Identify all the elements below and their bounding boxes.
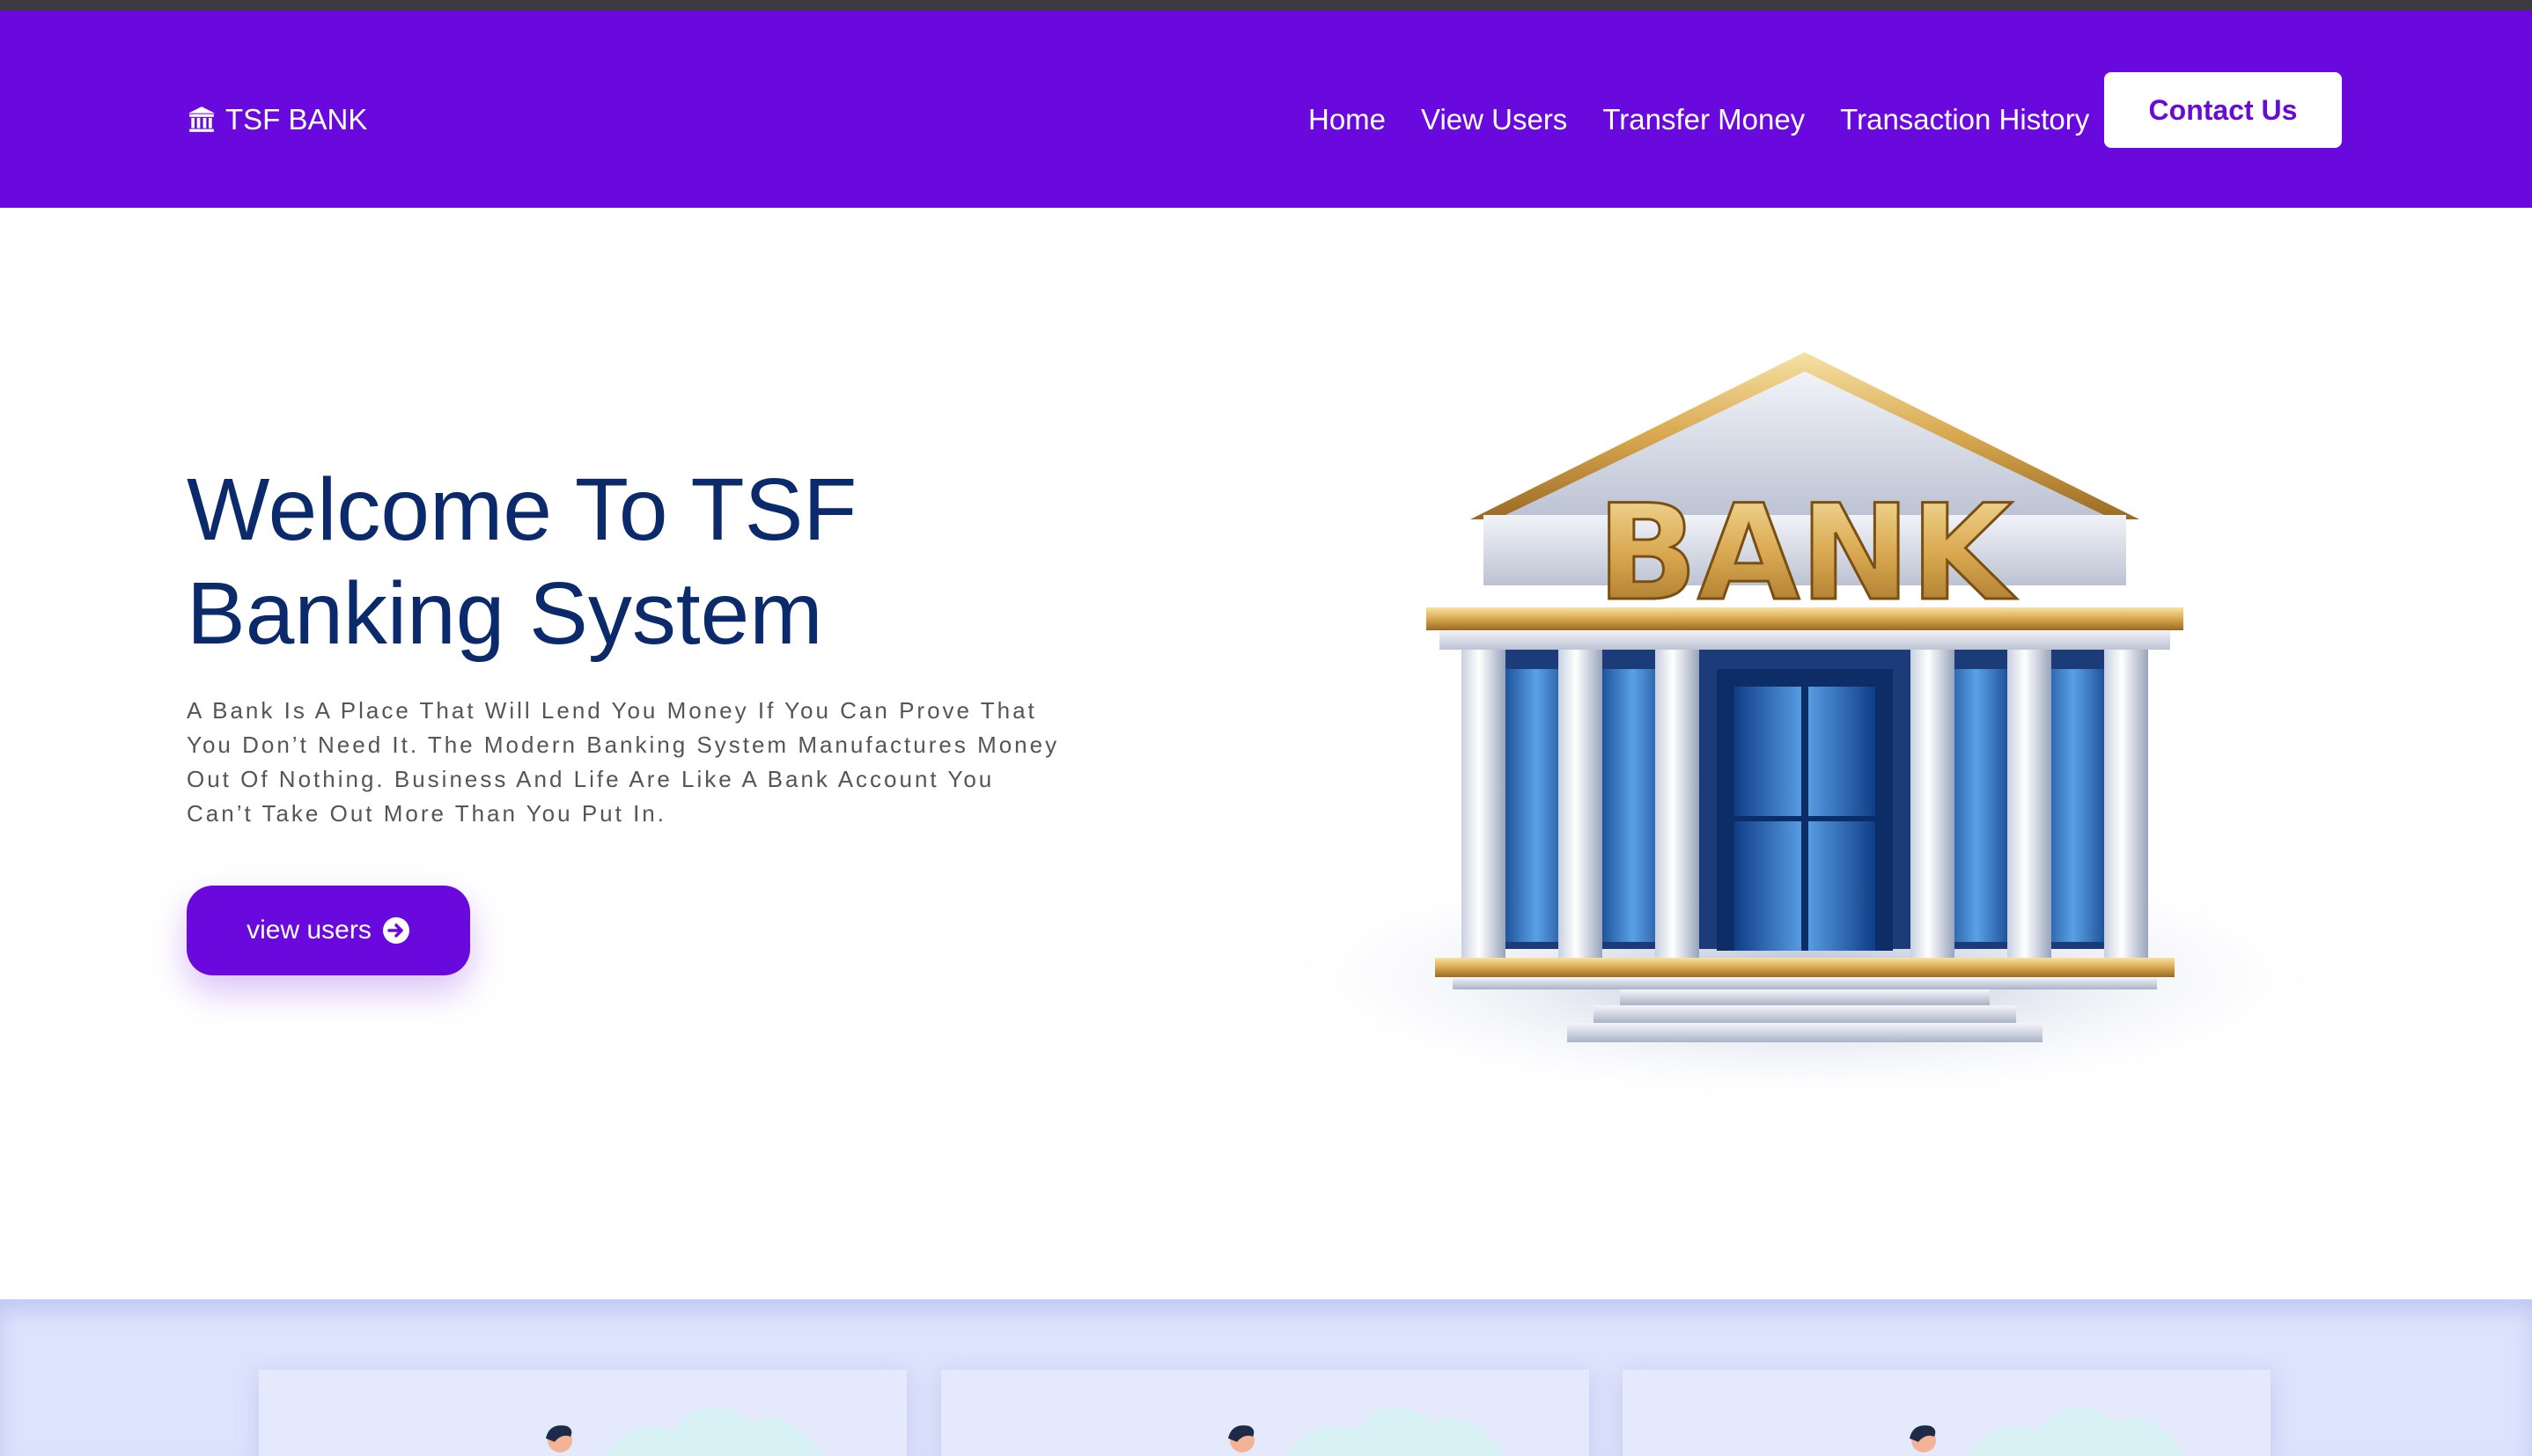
- feature-card[interactable]: [1623, 1370, 2271, 1456]
- brand-name: TSF BANK: [225, 103, 368, 136]
- nav-home[interactable]: Home: [1308, 103, 1386, 136]
- brand-logo[interactable]: TSF BANK: [187, 99, 367, 141]
- hero-title: Welcome To TSF Banking System: [187, 460, 857, 663]
- feature-card[interactable]: [259, 1370, 907, 1456]
- person-illustration: [546, 1407, 822, 1456]
- view-users-button[interactable]: view users: [187, 886, 470, 975]
- browser-top-strip: [0, 0, 2532, 11]
- bank-icon: [188, 107, 215, 132]
- nav-transfer-money[interactable]: Transfer Money: [1602, 103, 1805, 136]
- hero-description: A Bank Is A Place That Will Lend You Mon…: [187, 697, 1060, 827]
- bank-building-image: BANK: [1259, 352, 2351, 1109]
- arrow-right-circle-icon: [382, 917, 409, 944]
- nav-view-users[interactable]: View Users: [1421, 103, 1567, 136]
- bank-sign: BANK: [1597, 477, 2017, 630]
- navbar: TSF BANK Home View Users Transfer Money …: [0, 11, 2532, 208]
- person-illustration: [1228, 1407, 1505, 1456]
- feature-card[interactable]: [941, 1370, 1589, 1456]
- nav-links: Home View Users Transfer Money Transacti…: [1308, 99, 2089, 141]
- person-illustration: [1910, 1407, 2186, 1456]
- nav-transaction-history[interactable]: Transaction History: [1840, 103, 2089, 136]
- view-users-button-label: view users: [247, 916, 372, 945]
- contact-us-button[interactable]: Contact Us: [2104, 72, 2342, 148]
